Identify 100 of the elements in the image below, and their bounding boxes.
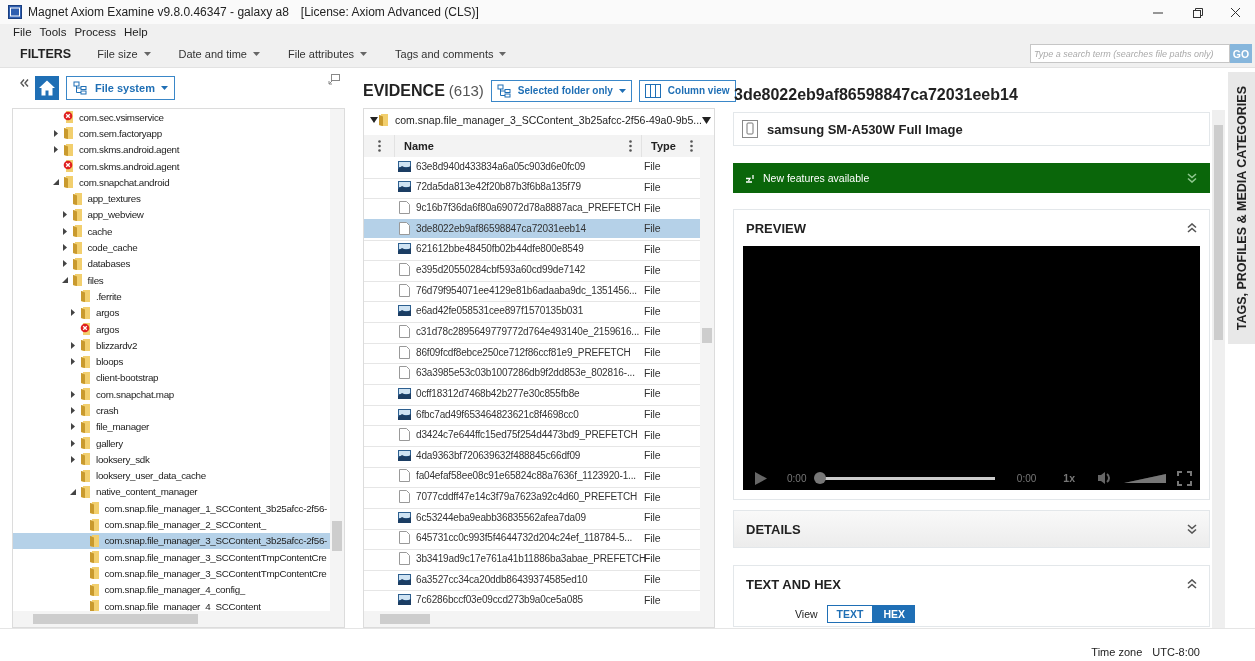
tree-item[interactable]: com.snapchat.android [13, 174, 330, 191]
collapse-arrow-icon[interactable] [61, 277, 68, 284]
file-row[interactable]: 4da9363bf720639632f488845c66df09 File [364, 445, 700, 467]
expand-arrow-icon[interactable] [71, 390, 75, 398]
volume-icon[interactable] [1097, 471, 1112, 485]
expand-arrow-icon[interactable] [71, 439, 75, 447]
file-row[interactable]: 3de8022eb9af86598847ca72031eeb14 File [364, 218, 700, 240]
file-row[interactable]: e6ad42fe058531cee897f1570135b031 File [364, 301, 700, 323]
expand-arrow-icon[interactable] [62, 211, 67, 219]
fullscreen-icon[interactable] [1177, 470, 1192, 486]
undock-icon[interactable] [328, 74, 340, 85]
tree-item[interactable]: com.snapchat.map [13, 386, 330, 403]
expand-arrow-icon[interactable] [62, 227, 67, 235]
view-mode-tab[interactable]: TEXT [826, 605, 874, 623]
tree-item[interactable]: com.skms.android.agent [13, 141, 330, 158]
expand-arrow-icon[interactable] [54, 129, 58, 137]
tree-item[interactable]: argos [13, 320, 330, 338]
tree-item[interactable]: com.snap.file_manager_2_SCContent_ [13, 516, 330, 533]
tree-item[interactable]: crash [13, 402, 330, 419]
tree-item[interactable]: looksery_user_data_cache [13, 467, 330, 484]
file-row[interactable]: 63a3985e53c03b1007286db9f2dd853e_802816-... File [364, 363, 700, 385]
tree-item[interactable]: com.snap.file_manager_3_SCContentTmpContentCre [13, 549, 330, 566]
tree-item[interactable]: client-bootstrap [13, 369, 330, 387]
tree-item[interactable]: com.snap.file_manager_3_SCContent_3b25afcc-2f56- [13, 532, 330, 549]
path-menu-icon[interactable] [702, 116, 712, 124]
tree-item[interactable]: code_cache [13, 239, 330, 256]
tree-item[interactable]: blizzardv2 [13, 337, 330, 354]
tree-item[interactable]: com.snap.file_manager_1_SCContent_3b25afcc-2f56- [13, 500, 330, 517]
expand-arrow-icon[interactable] [71, 423, 75, 431]
double-chevron-down-icon[interactable] [1187, 524, 1197, 534]
play-icon[interactable] [755, 471, 767, 485]
collapse-arrow-icon[interactable] [370, 117, 378, 123]
file-row[interactable]: 645731cc0c993f5f4644732d204c24ef_118784-5... File [364, 528, 700, 550]
view-mode-tab[interactable]: HEX [873, 605, 915, 623]
file-row[interactable]: 621612bbe48450fb02b44dfe800e8549 File [364, 239, 700, 261]
column-menu-icon[interactable] [377, 140, 381, 152]
elapsed-time: 0:00 [787, 472, 807, 484]
expand-arrow-icon[interactable] [62, 244, 67, 251]
file-row[interactable]: 3b3419ad9c17e761a41b11886ba3abae_PREFETCHFile [364, 549, 700, 570]
tree-item[interactable]: gallery [13, 434, 330, 452]
menu-item[interactable]: File [9, 26, 36, 38]
file-row[interactable]: 86f09fcdf8ebce250ce712f86ccf81e9_PREFETCH File [364, 342, 700, 364]
volume-slider[interactable] [1124, 473, 1166, 483]
menu-item[interactable]: Tools [35, 26, 71, 38]
tree-item[interactable]: com.sec.vsimservice [13, 109, 330, 126]
search-field[interactable]: Type a search term (searches file paths only) [1030, 44, 1230, 63]
filter-dropdown[interactable]: File size [97, 47, 151, 60]
tree-item[interactable]: com.skms.android.agent [13, 157, 330, 175]
file-row[interactable]: c31d78c2895649779772d764e493140e_2159616... File [364, 322, 700, 343]
filter-dropdown[interactable]: Tags and comments [395, 47, 507, 60]
double-chevron-up-icon[interactable] [1187, 579, 1197, 589]
tree-item[interactable]: argos [13, 304, 330, 321]
expand-arrow-icon[interactable] [71, 309, 75, 317]
file-row[interactable]: 63e8d940d433834a6a05c903d6e0fc09 File [364, 157, 700, 178]
side-tab[interactable]: TAGS, PROFILES & MEDIA CATEGORIES [1228, 72, 1255, 344]
tree-item[interactable]: app_webview [13, 206, 330, 224]
expand-arrow-icon[interactable] [71, 358, 75, 366]
filter-dropdown[interactable]: Date and time [178, 47, 260, 60]
file-row[interactable]: 6c53244eba9eabb36835562afea7da09 File [364, 507, 700, 529]
file-row[interactable]: 0cff18312d7468b42b277e30c855fb8e File [364, 384, 700, 405]
tree-item[interactable]: file_manager [13, 418, 330, 435]
file-row[interactable]: 6a3527cc34ca20ddb86439374585ed10 File [364, 569, 700, 591]
column-menu-icon[interactable] [629, 140, 632, 152]
scope-dropdown[interactable]: Selected folder only [490, 79, 632, 102]
tree-item[interactable]: com.snap.file_manager_4_SCContent_ [13, 597, 330, 611]
tree-item[interactable]: app_textures [13, 190, 330, 207]
tree-item[interactable]: bloops [13, 353, 330, 370]
file-row[interactable]: e395d20550284cbf593a60cd99de7142 File [364, 260, 700, 281]
tree-item[interactable]: databases [13, 255, 330, 272]
file-row[interactable]: 72da5da813e42f20b87b3f6b8a135f79 File [364, 177, 700, 199]
tree-item[interactable]: looksery_sdk [13, 451, 330, 468]
expand-arrow-icon[interactable] [71, 455, 75, 463]
double-chevron-up-icon[interactable] [1187, 223, 1197, 233]
expand-arrow-icon[interactable] [62, 260, 67, 268]
tree-item[interactable]: com.sem.factoryapp [13, 125, 330, 142]
tree-item[interactable]: com.snap.file_manager_3_SCContentTmpContentCre [13, 565, 330, 582]
expand-arrow-icon[interactable] [54, 146, 58, 154]
column-menu-icon[interactable] [690, 140, 693, 152]
tree-item[interactable]: native_content_manager [13, 483, 330, 501]
file-row[interactable]: d3424c7e644ffc15ed75f254d4473bd9_PREFETCH File [364, 425, 700, 446]
home-button[interactable] [35, 76, 59, 100]
collapse-arrow-icon[interactable] [70, 488, 76, 495]
expand-arrow-icon[interactable] [71, 407, 75, 414]
file-row[interactable]: fa04efaf58ee08c91e65824c88a7636f_1123920-1... File [364, 466, 700, 488]
filter-dropdown[interactable]: File attributes [288, 47, 367, 60]
menu-item[interactable]: Process [70, 26, 120, 38]
expand-arrow-icon[interactable] [71, 341, 75, 349]
collapse-arrow-icon[interactable] [53, 179, 59, 186]
file-row[interactable]: 6fbc7ad49f653464823621c8f4698cc0 File [364, 404, 700, 426]
tree-item[interactable]: cache [13, 223, 330, 240]
file-row[interactable]: 7077cddff47e14c3f79a7623a92c4d60_PREFETCH File [364, 487, 700, 508]
tree-item[interactable]: files [13, 271, 330, 289]
column-header[interactable]: Type [651, 140, 690, 152]
tree-item[interactable]: com.snap.file_manager_4_config_ [13, 581, 330, 598]
file-system-dropdown[interactable]: File system [66, 76, 175, 100]
tree-item[interactable]: .ferrite [13, 288, 330, 305]
file-row[interactable]: 76d79f954071ee4129e81b6adaaba9dc_1351456... File [364, 280, 700, 302]
menu-item[interactable]: Help [119, 26, 152, 38]
double-chevron-left-icon[interactable] [20, 79, 29, 87]
column-header[interactable]: Name [404, 140, 629, 152]
